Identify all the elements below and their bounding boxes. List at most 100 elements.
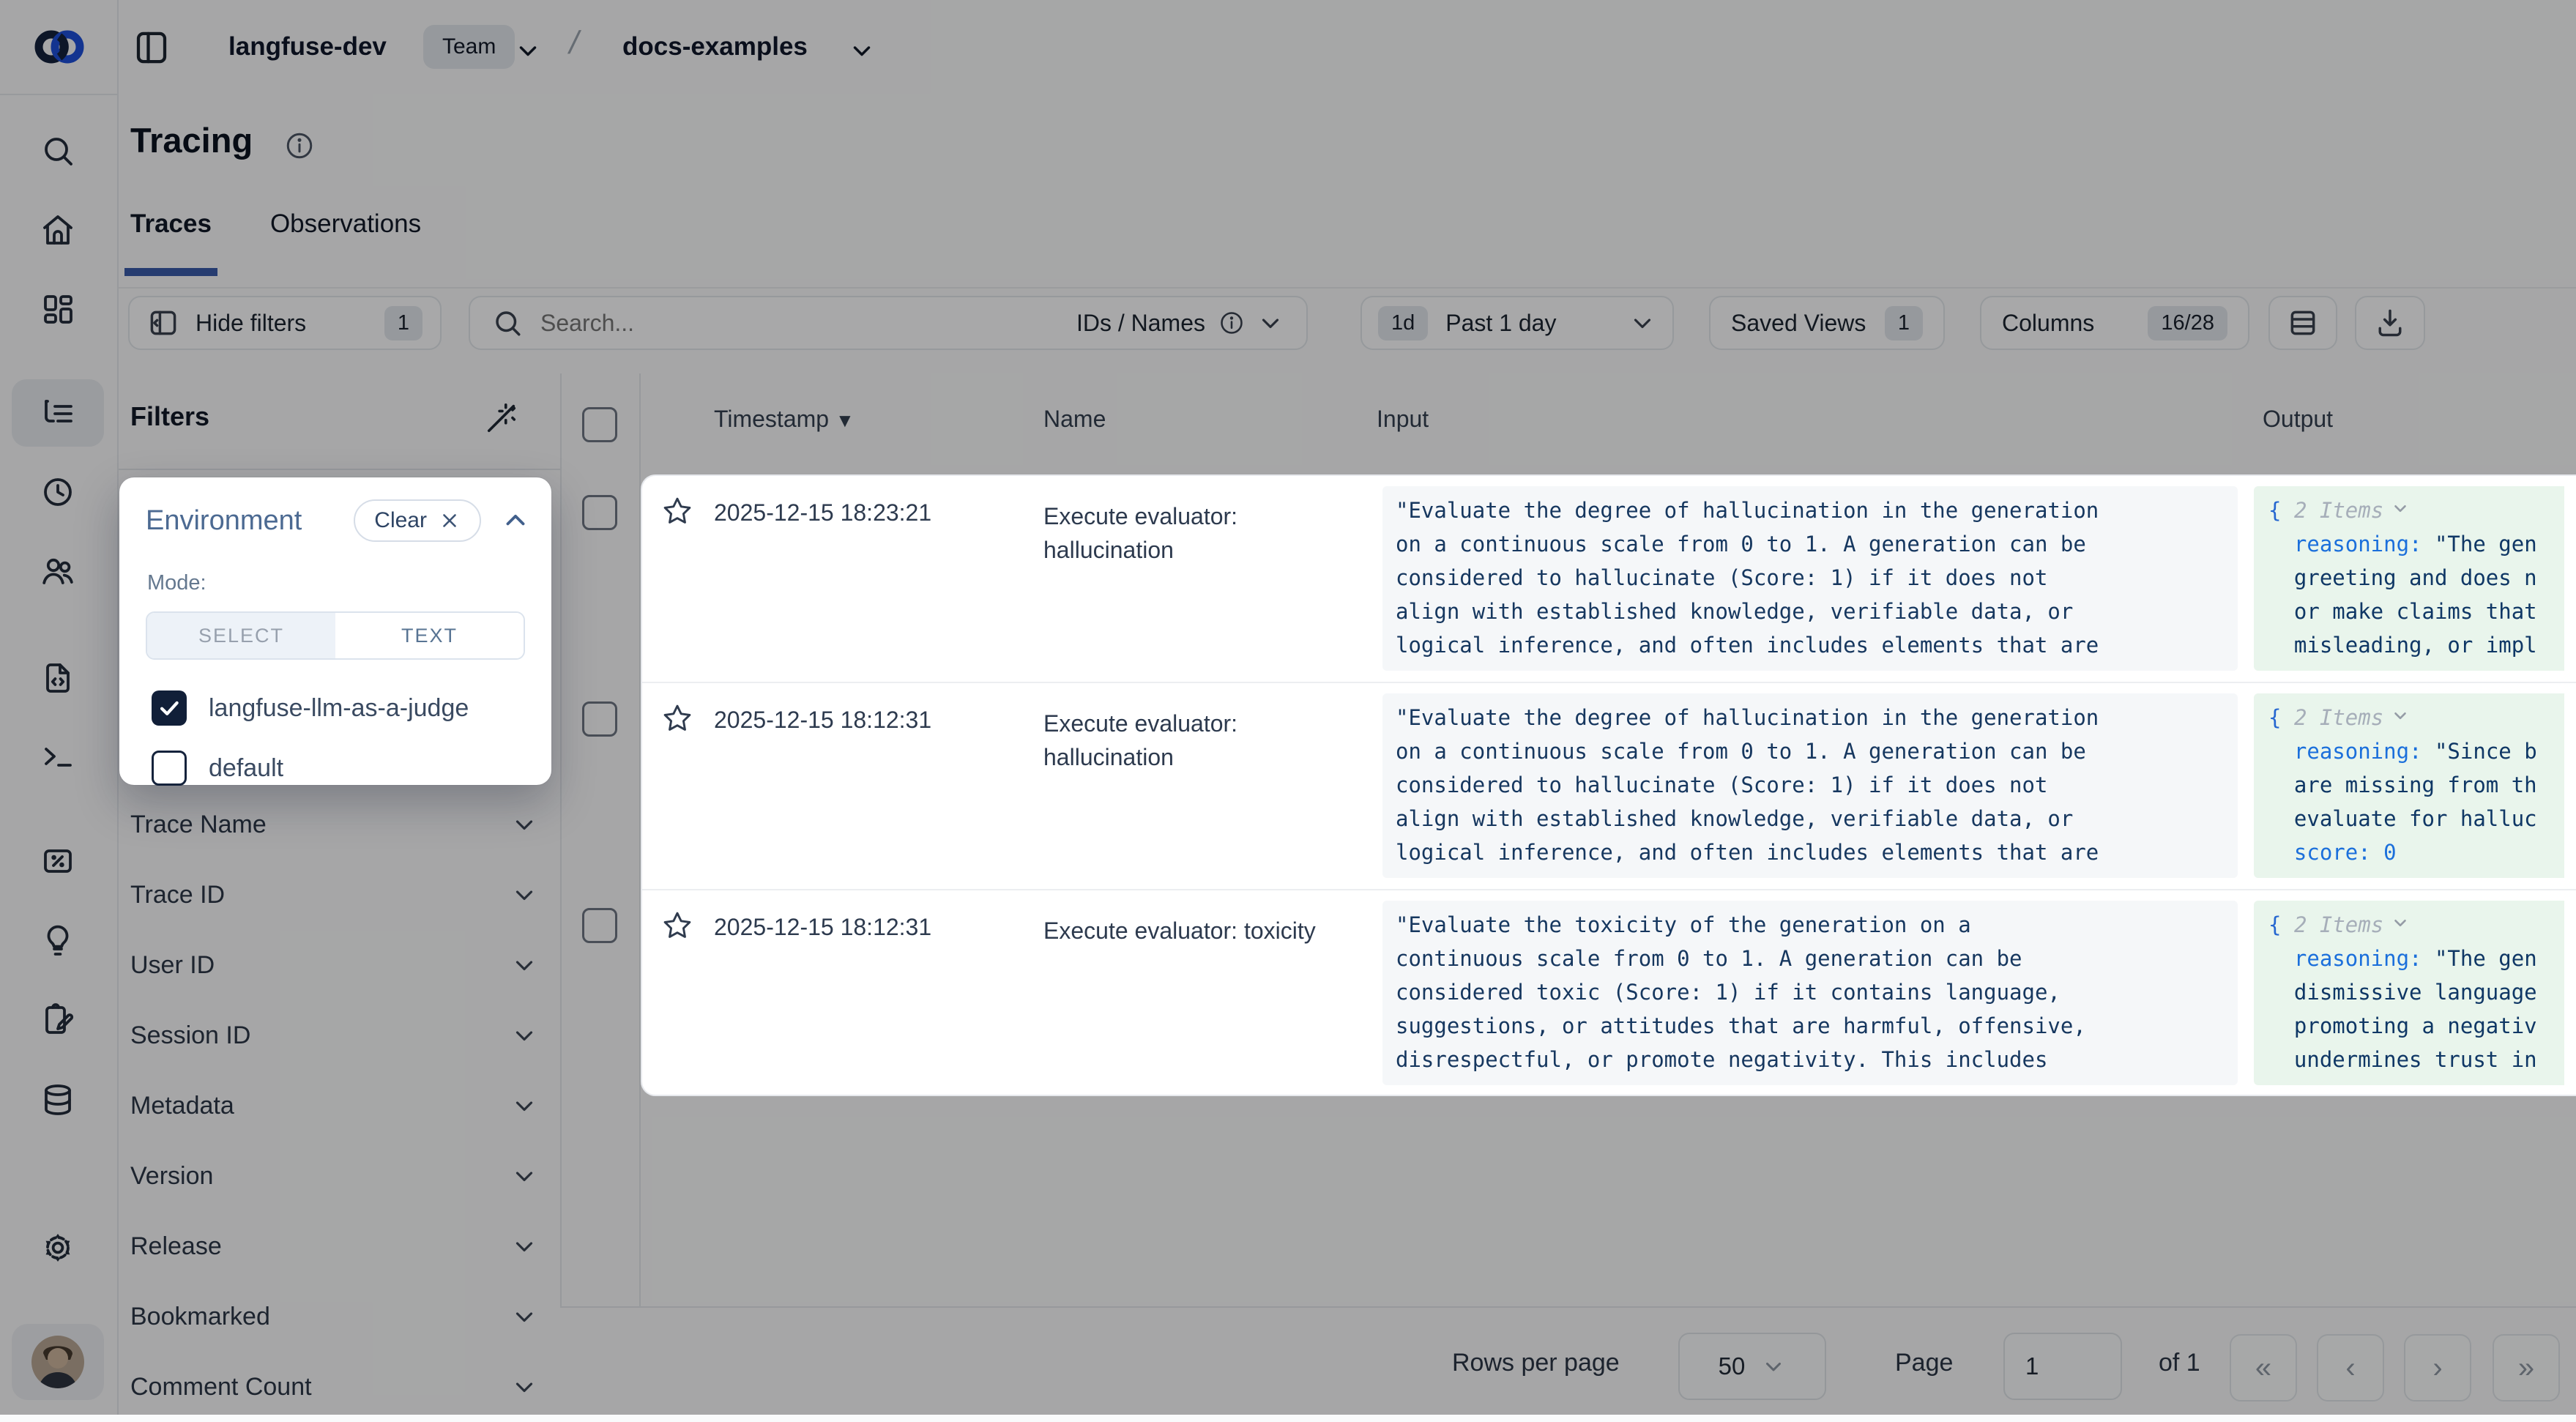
cell-timestamp: 2025-12-15 18:12:31 (714, 914, 931, 941)
expand-chevron-down-icon[interactable] (2391, 913, 2410, 932)
gear-icon (40, 1230, 75, 1265)
column-header-name[interactable]: Name (1043, 406, 1106, 433)
last-page-button[interactable]: » (2493, 1334, 2560, 1401)
download-icon (2374, 307, 2406, 339)
page-title: Tracing (130, 120, 253, 160)
hide-filters-button[interactable]: Hide filters 1 (128, 296, 442, 350)
chevron-down-icon (510, 1021, 538, 1049)
cell-timestamp: 2025-12-15 18:23:21 (714, 499, 931, 526)
time-range-badge: 1d (1378, 306, 1428, 340)
column-header-output[interactable]: Output (2263, 406, 2333, 433)
sidebar-item-sessions[interactable] (12, 458, 104, 526)
bookmark-star-icon[interactable] (661, 495, 693, 527)
collapse-chevron-up-icon[interactable] (500, 505, 531, 536)
sidebar-item-tracing[interactable] (12, 379, 104, 447)
rows-per-page-select[interactable]: 50 (1678, 1333, 1826, 1400)
clear-filter-button[interactable]: Clear (354, 499, 481, 542)
sidebar-item-evaluation[interactable] (12, 827, 104, 895)
sidebar-item-settings[interactable] (12, 1214, 104, 1281)
project-switcher-chevron-down-icon[interactable] (514, 37, 542, 64)
filter-section-comment-count[interactable]: Comment Count (117, 1352, 560, 1422)
checkbox-unchecked[interactable] (152, 751, 187, 786)
row-checkbox[interactable] (582, 701, 617, 737)
bookmark-star-icon[interactable] (661, 909, 693, 942)
filter-section-version[interactable]: Version (117, 1141, 560, 1211)
tab-observations[interactable]: Observations (264, 209, 427, 276)
sidebar-item-dashboards[interactable] (12, 275, 104, 343)
sidebar-item-playground[interactable] (12, 723, 104, 791)
filter-section-label: Trace ID (130, 881, 225, 909)
row-height-button[interactable] (2268, 296, 2337, 350)
terminal-icon (40, 740, 75, 775)
breadcrumb-project[interactable]: langfuse-dev (228, 32, 387, 62)
row-checkbox[interactable] (582, 908, 617, 943)
traces-table-body: 2025-12-15 18:23:21 Execute evaluator: h… (641, 474, 2576, 1096)
filter-section-label: Session ID (130, 1021, 250, 1050)
page-input[interactable] (2003, 1333, 2122, 1400)
page-of-label: of 1 (2159, 1349, 2200, 1377)
prev-page-button[interactable]: ‹ (2317, 1334, 2384, 1401)
table-row[interactable]: 2025-12-15 18:23:21 Execute evaluator: h… (642, 476, 2576, 683)
sidebar-item-annotation[interactable] (12, 986, 104, 1053)
sidebar-item-users[interactable] (12, 537, 104, 605)
rows-per-page-label: Rows per page (1452, 1349, 1620, 1377)
search-scope-chevron-down-icon[interactable] (1257, 309, 1284, 337)
sidebar-item-home[interactable] (12, 196, 104, 264)
filter-section-metadata[interactable]: Metadata (117, 1071, 560, 1141)
clear-label: Clear (374, 508, 427, 533)
select-all-checkbox[interactable] (582, 407, 617, 442)
mode-option-select[interactable]: SELECT (147, 613, 335, 658)
filter-wand-icon[interactable] (485, 401, 518, 435)
table-row[interactable]: 2025-12-15 18:12:31 Execute evaluator: h… (642, 683, 2576, 890)
columns-button[interactable]: Columns 16/28 (1980, 296, 2249, 350)
search-scope-info-icon[interactable] (1218, 310, 1245, 336)
cell-input: "Evaluate the toxicity of the generation… (1382, 901, 2238, 1085)
first-page-button[interactable]: « (2230, 1334, 2297, 1401)
langfuse-logo-icon[interactable] (31, 21, 88, 73)
avatar (30, 1334, 86, 1390)
filter-section-session-id[interactable]: Session ID (117, 1000, 560, 1071)
tabs-divider (117, 287, 2576, 289)
sidebar-toggle-icon[interactable] (132, 28, 171, 67)
chevron-down-icon (510, 1092, 538, 1120)
filter-section-trace-id[interactable]: Trace ID (117, 860, 560, 930)
sidebar-item-prompts[interactable] (12, 644, 104, 712)
chevron-down-icon (1761, 1354, 1786, 1379)
search-input[interactable] (539, 309, 981, 338)
export-button[interactable] (2355, 296, 2425, 350)
sidebar-item-datasets[interactable] (12, 1066, 104, 1133)
bookmark-star-icon[interactable] (661, 702, 693, 734)
mode-option-text[interactable]: TEXT (335, 613, 524, 658)
sidebar-item-search[interactable] (12, 117, 104, 185)
filter-section-release[interactable]: Release (117, 1211, 560, 1281)
expand-chevron-down-icon[interactable] (2391, 706, 2410, 725)
filter-section-trace-name[interactable]: Trace Name (117, 789, 560, 860)
filter-section-label: Bookmarked (130, 1303, 270, 1331)
table-row[interactable]: 2025-12-15 18:12:31 Execute evaluator: t… (642, 890, 2576, 1096)
column-header-input[interactable]: Input (1377, 406, 1429, 433)
tab-traces[interactable]: Traces (124, 209, 217, 276)
filter-section-user-id[interactable]: User ID (117, 930, 560, 1000)
user-menu[interactable] (12, 1324, 104, 1400)
cell-output: { 2 Itemsreasoning: "The gengreeting and… (2254, 486, 2564, 671)
database-icon (40, 1082, 75, 1117)
mode-label: Mode: (147, 571, 551, 595)
search-bar[interactable]: IDs / Names (469, 296, 1308, 350)
saved-views-button[interactable]: Saved Views 1 (1709, 296, 1945, 350)
expand-chevron-down-icon[interactable] (2391, 499, 2410, 518)
column-header-timestamp[interactable]: Timestamp ▼ (714, 406, 855, 433)
tracing-icon (40, 395, 75, 431)
environment-option-label: langfuse-llm-as-a-judge (209, 694, 469, 723)
next-page-button[interactable]: › (2404, 1334, 2471, 1401)
title-info-icon[interactable] (284, 130, 315, 161)
time-range-select[interactable]: 1d Past 1 day (1360, 296, 1674, 350)
breadcrumb-environment[interactable]: docs-examples (622, 32, 808, 62)
row-checkbox[interactable] (582, 495, 617, 530)
chevron-down-icon (510, 811, 538, 838)
filter-section-bookmarked[interactable]: Bookmarked (117, 1281, 560, 1352)
chevron-down-icon (510, 1303, 538, 1330)
sidebar-item-insights[interactable] (12, 907, 104, 974)
footer-divider (560, 1306, 2576, 1308)
environment-switcher-chevron-down-icon[interactable] (848, 37, 876, 64)
checkbox-checked[interactable] (152, 690, 187, 726)
